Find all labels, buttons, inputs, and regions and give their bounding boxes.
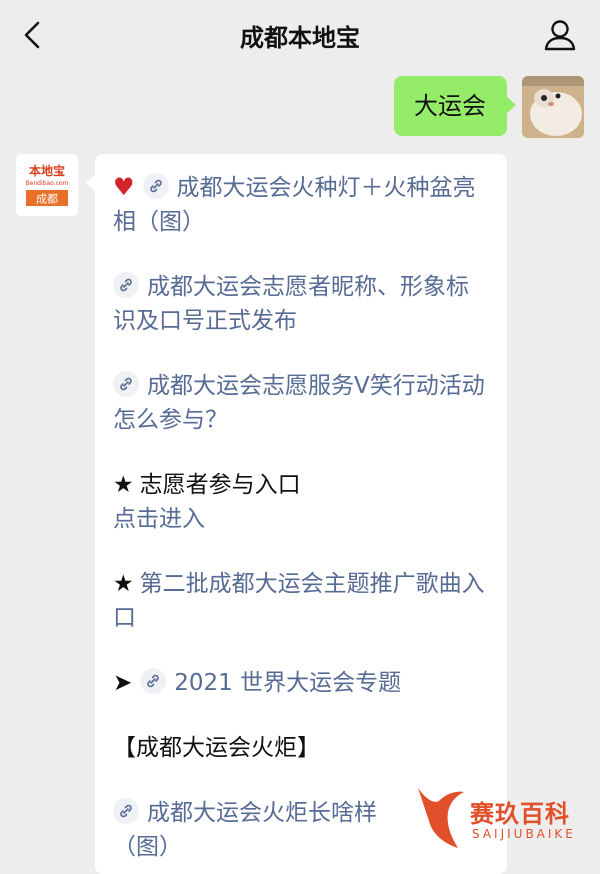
outgoing-message-bubble[interactable]: 大运会 <box>394 76 516 136</box>
arrow-right-icon: ➤ <box>113 670 133 696</box>
watermark: 赛玖百科 SAIJIUBAIKE <box>410 782 600 863</box>
hamster-avatar-image <box>522 76 584 138</box>
incoming-message-bubble: ♥ 成都大运会火种灯＋火种盆亮相（图） 成都大运会志愿者昵称、形象标识及口号正式发… <box>86 154 507 874</box>
heart-icon: ♥ <box>113 173 135 201</box>
list-item: ★ 第二批成都大运会主题推广歌曲入口 <box>113 567 489 635</box>
list-item: ➤ 2021 世界大运会专题 <box>113 666 489 700</box>
logo-city-text: 成都 <box>36 193 58 206</box>
theme-song-link[interactable]: 第二批成都大运会主题推广歌曲入口 <box>113 571 485 631</box>
logo-brand-text: 本地宝 <box>29 163 65 178</box>
mini-program-link-icon <box>113 272 139 298</box>
torch-appearance-link-suffix[interactable]: （图） <box>113 834 182 860</box>
mini-program-link-icon <box>140 668 167 694</box>
chat-header: 成都本地宝 <box>0 0 600 70</box>
article-link-volunteer-logo[interactable]: 成都大运会志愿者昵称、形象标识及口号正式发布 <box>113 274 469 334</box>
list-item: 成都大运会志愿服务Ⅴ笑行动活动怎么参与？ <box>113 369 489 437</box>
star-icon: ★ <box>113 571 134 597</box>
volunteer-entry-link[interactable]: 点击进入 <box>113 506 205 532</box>
volunteer-entry-label: 志愿者参与入口 <box>139 472 301 498</box>
mini-program-link-icon <box>142 173 169 199</box>
list-item: ♥ 成都大运会火种灯＋火种盆亮相（图） <box>113 170 489 239</box>
whale-tail-logo-icon <box>418 788 464 848</box>
mini-program-link-icon <box>113 798 139 824</box>
list-item: ★ 志愿者参与入口 点击进入 <box>113 468 489 536</box>
watermark-subtitle: SAIJIUBAIKE <box>472 827 576 841</box>
section-heading: 【成都大运会火炬】 <box>113 735 320 761</box>
bendibao-logo: 本地宝 Bendibao.com 成都 <box>16 154 78 216</box>
list-item: 成都大运会志愿者昵称、形象标识及口号正式发布 <box>113 270 489 338</box>
chat-title: 成都本地宝 <box>240 24 360 52</box>
torch-appearance-link[interactable]: 成都大运会火炬长啥样 <box>147 800 377 826</box>
user-avatar[interactable] <box>522 76 584 138</box>
star-icon: ★ <box>113 472 134 498</box>
universiade-topic-link[interactable]: 2021 世界大运会专题 <box>174 670 401 696</box>
profile-icon[interactable] <box>542 18 578 52</box>
outgoing-message-text: 大运会 <box>414 92 486 120</box>
logo-domain-text: Bendibao.com <box>26 180 69 187</box>
official-account-avatar[interactable]: 本地宝 Bendibao.com 成都 <box>16 154 78 216</box>
watermark-title: 赛玖百科 <box>470 800 570 828</box>
mini-program-link-icon <box>113 371 139 397</box>
article-link-volunteer-action[interactable]: 成都大运会志愿服务Ⅴ笑行动活动怎么参与？ <box>113 373 485 433</box>
